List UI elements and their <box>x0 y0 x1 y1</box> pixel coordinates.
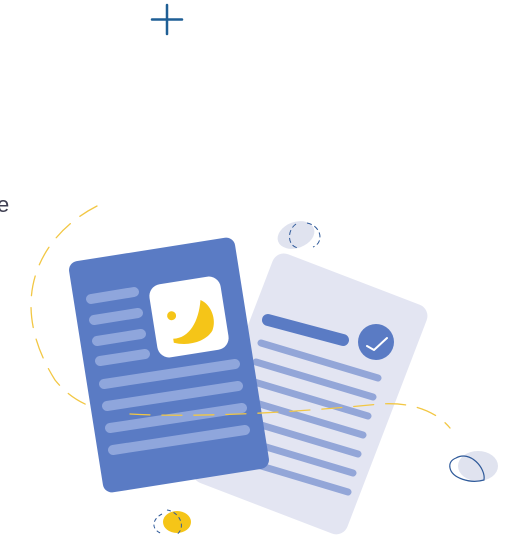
check-badge-icon <box>358 324 394 360</box>
pebble-right <box>449 451 498 482</box>
pebble-top <box>277 221 321 249</box>
plus-icon <box>150 3 184 36</box>
image-icon <box>149 276 229 358</box>
illustration-stage: e <box>0 0 510 538</box>
pebble-yellow <box>153 509 191 536</box>
documents-illustration <box>30 3 498 536</box>
